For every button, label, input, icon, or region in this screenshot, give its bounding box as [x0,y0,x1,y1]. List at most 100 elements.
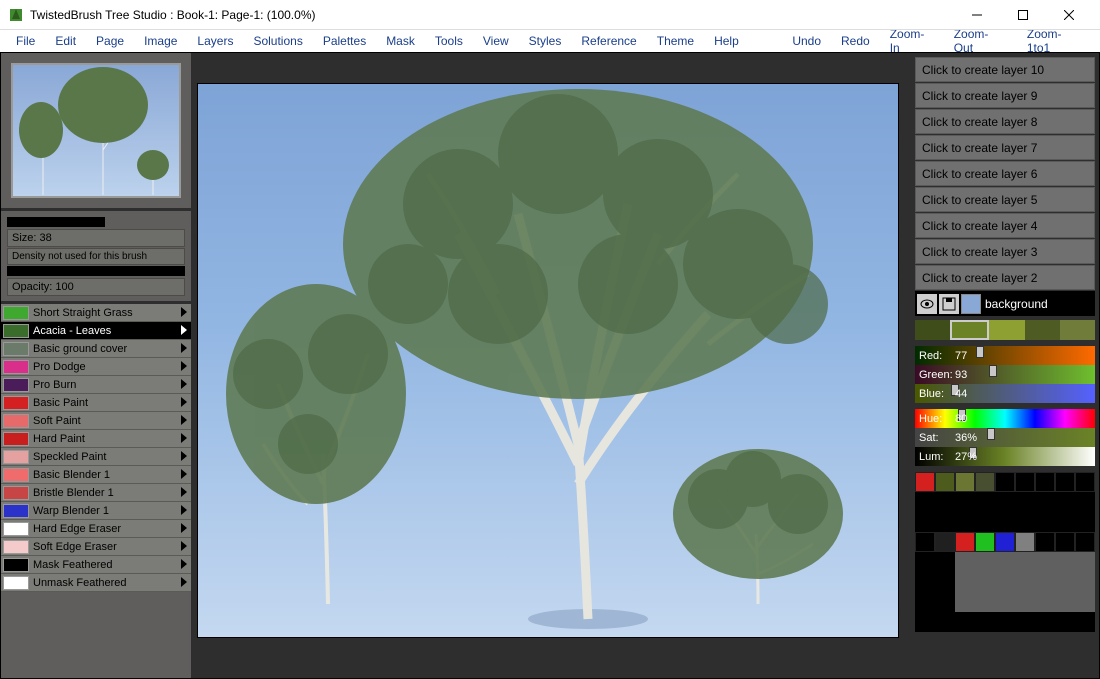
palette-cell[interactable] [1055,472,1075,492]
menu-file[interactable]: File [8,32,43,50]
layer-empty-slot[interactable]: Click to create layer 7 [915,135,1095,160]
brush-item[interactable]: Unmask Feathered [1,574,191,592]
brush-item[interactable]: Short Straight Grass [1,304,191,322]
brush-item[interactable]: Warp Blender 1 [1,502,191,520]
menu-mask[interactable]: Mask [378,32,423,50]
menu-page[interactable]: Page [88,32,132,50]
canvas[interactable] [197,83,899,638]
brush-item[interactable]: Acacia - Leaves [1,322,191,340]
menu-redo[interactable]: Redo [833,32,878,50]
brush-item[interactable]: Pro Dodge [1,358,191,376]
layer-empty-slot[interactable]: Click to create layer 4 [915,213,1095,238]
window-title: TwistedBrush Tree Studio : Book-1: Page-… [30,8,954,22]
brush-label: Basic ground cover [33,343,127,355]
palette-cell[interactable] [995,532,1015,552]
save-layer-icon[interactable] [939,294,959,314]
layer-empty-slot[interactable]: Click to create layer 3 [915,239,1095,264]
slider-handle[interactable] [987,428,995,440]
menu-undo[interactable]: Undo [784,32,829,50]
palette-cell[interactable] [935,472,955,492]
brush-item[interactable]: Mask Feathered [1,556,191,574]
menu-solutions[interactable]: Solutions [245,32,310,50]
layer-empty-slot[interactable]: Click to create layer 8 [915,109,1095,134]
menu-layers[interactable]: Layers [189,32,241,50]
chevron-right-icon [181,307,187,320]
window-close-button[interactable] [1046,0,1092,30]
app-icon [8,7,24,23]
window-minimize-button[interactable] [954,0,1000,30]
palette-cell[interactable] [1075,532,1095,552]
palette-cell[interactable] [975,532,995,552]
green-swatch[interactable] [989,320,1024,340]
blue-slider[interactable]: Blue:44 [915,384,1095,403]
brush-item[interactable]: Bristle Blender 1 [1,484,191,502]
layer-empty-slot[interactable]: Click to create layer 5 [915,187,1095,212]
brush-item[interactable]: Basic Paint [1,394,191,412]
red-slider[interactable]: Red:77 [915,346,1095,365]
menu-help[interactable]: Help [706,32,747,50]
layer-empty-slot[interactable]: Click to create layer 6 [915,161,1095,186]
palette-cell[interactable] [955,472,975,492]
green-swatch[interactable] [950,320,989,340]
palette-cell[interactable] [1035,472,1055,492]
palette-cell[interactable] [975,472,995,492]
layer-empty-slot[interactable]: Click to create layer 10 [915,57,1095,82]
layer-empty-slot[interactable]: Click to create layer 2 [915,265,1095,290]
green-swatch[interactable] [1060,320,1095,340]
brush-item[interactable]: Soft Edge Eraser [1,538,191,556]
menu-edit[interactable]: Edit [47,32,84,50]
palette-cell[interactable] [1035,532,1055,552]
brush-item[interactable]: Pro Burn [1,376,191,394]
color-palette[interactable] [915,472,1095,632]
menu-reference[interactable]: Reference [573,32,644,50]
green-swatch[interactable] [915,320,950,340]
visibility-icon[interactable] [917,294,937,314]
size-bar[interactable] [7,217,105,227]
palette-cell[interactable] [935,532,955,552]
slider-handle[interactable] [976,346,984,358]
brush-swatch [3,486,29,500]
brush-item[interactable]: Basic Blender 1 [1,466,191,484]
opacity-bar[interactable] [7,266,185,276]
palette-cell[interactable] [1055,532,1075,552]
window-maximize-button[interactable] [1000,0,1046,30]
menu-theme[interactable]: Theme [649,32,702,50]
brush-swatch [3,576,29,590]
chevron-right-icon [181,343,187,356]
brush-swatch [3,342,29,356]
slider-handle[interactable] [989,365,997,377]
layer-empty-slot[interactable]: Click to create layer 9 [915,83,1095,108]
palette-cell[interactable] [995,472,1015,492]
brush-label: Bristle Blender 1 [33,487,114,499]
brush-item[interactable]: Speckled Paint [1,448,191,466]
brush-label: Unmask Feathered [33,577,127,589]
page-preview[interactable] [11,63,181,198]
menu-styles[interactable]: Styles [521,32,570,50]
green-swatch[interactable] [1025,320,1060,340]
brush-item[interactable]: Basic ground cover [1,340,191,358]
lum-slider[interactable]: Lum:27% [915,447,1095,466]
palette-cell[interactable] [1015,532,1035,552]
hue-slider[interactable]: Hue:80 [915,409,1095,428]
chevron-right-icon [181,487,187,500]
brush-item[interactable]: Hard Edge Eraser [1,520,191,538]
palette-cell[interactable] [955,532,975,552]
sat-slider[interactable]: Sat:36% [915,428,1095,447]
brush-item[interactable]: Soft Paint [1,412,191,430]
red-value: 77 [955,350,967,362]
green-slider[interactable]: Green:93 [915,365,1095,384]
brush-item[interactable]: Hard Paint [1,430,191,448]
menu-tools[interactable]: Tools [427,32,471,50]
layer-active[interactable]: background [915,291,1095,316]
brush-list: Short Straight GrassAcacia - Leaves Basic… [1,304,191,592]
menu-palettes[interactable]: Palettes [315,32,374,50]
palette-cell[interactable] [915,532,935,552]
greens-palette[interactable] [915,320,1095,340]
palette-cell[interactable] [1075,472,1095,492]
brush-label: Soft Edge Eraser [33,541,117,553]
palette-cell[interactable] [915,472,935,492]
menu-image[interactable]: Image [136,32,185,50]
palette-cell[interactable] [1015,472,1035,492]
right-panel: Click to create layer 10Click to create … [911,53,1099,678]
menu-view[interactable]: View [475,32,517,50]
